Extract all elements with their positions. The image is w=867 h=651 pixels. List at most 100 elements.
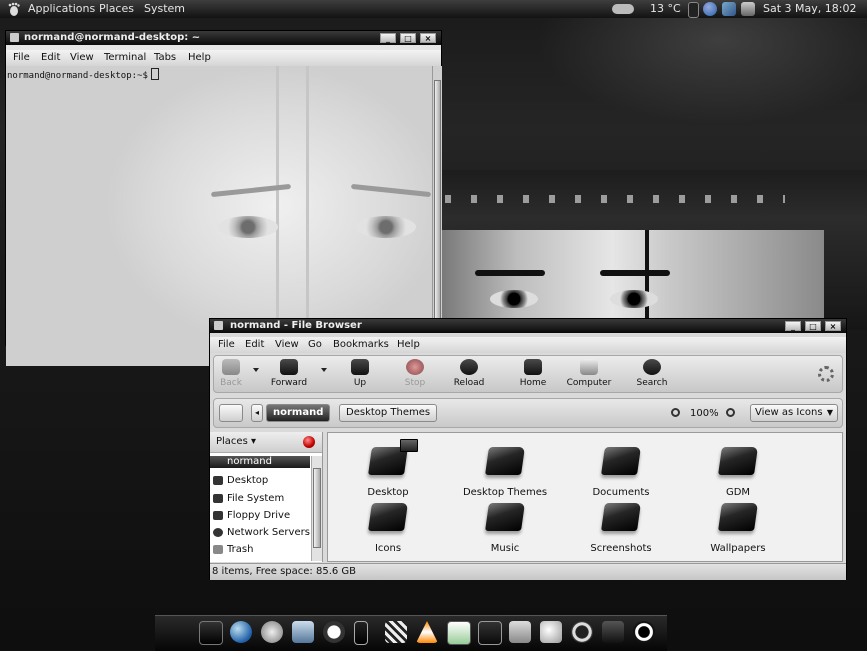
power-icon[interactable]: [633, 621, 655, 643]
folder-documents[interactable]: Documents: [571, 447, 671, 503]
folder-gdm[interactable]: GDM: [688, 447, 788, 503]
folder-label: Screenshots: [590, 543, 652, 554]
menu-tabs[interactable]: Tabs: [154, 52, 176, 64]
vlc-cone-icon[interactable]: [416, 621, 438, 643]
gimp-icon[interactable]: [540, 621, 562, 643]
monitor-icon[interactable]: [478, 621, 502, 645]
clock-icon[interactable]: [323, 621, 345, 643]
folder-icons[interactable]: Icons: [338, 503, 438, 559]
home-button[interactable]: Home: [504, 358, 562, 392]
reload-icon: [460, 359, 478, 375]
weather-cloud-icon[interactable]: [612, 4, 634, 14]
forward-history-dropdown[interactable]: [321, 368, 327, 372]
sidebar-item-floppy-drive[interactable]: Floppy Drive: [210, 507, 310, 524]
menu-go[interactable]: Go: [308, 339, 322, 351]
drive-icon[interactable]: [602, 621, 624, 643]
document-icon[interactable]: [292, 621, 314, 643]
folder-desktop-themes[interactable]: Desktop Themes: [455, 447, 555, 503]
back-history-dropdown[interactable]: [253, 368, 259, 372]
folder-screenshots[interactable]: Screenshots: [571, 503, 671, 559]
minimize-button[interactable]: _: [785, 321, 801, 331]
network-icon: [213, 528, 223, 537]
sidebar-item-normand[interactable]: normand: [210, 456, 310, 468]
zoom-in-icon[interactable]: [726, 408, 735, 417]
gear-icon[interactable]: [261, 621, 283, 643]
menu-help[interactable]: Help: [397, 339, 420, 351]
breadcrumb-home[interactable]: normand: [266, 404, 331, 422]
wallpaper-brow: [600, 270, 670, 276]
volume-icon[interactable]: [741, 2, 755, 16]
headphones-icon[interactable]: [571, 621, 593, 643]
folder-wallpapers[interactable]: Wallpapers: [688, 503, 788, 559]
floppy-icon: [213, 511, 223, 520]
menu-view[interactable]: View: [275, 339, 299, 351]
sidebar-item-trash[interactable]: Trash: [210, 541, 310, 558]
stop-button[interactable]: Stop: [386, 358, 444, 392]
update-icon[interactable]: [722, 2, 736, 16]
computer-label: Computer: [566, 378, 612, 388]
menu-system[interactable]: System: [144, 2, 185, 16]
menu-edit[interactable]: Edit: [245, 339, 264, 351]
terminal-prompt: normand@normand-desktop:~$: [7, 71, 148, 81]
wallpaper-hair: [645, 230, 649, 322]
folder-icon: [368, 503, 408, 531]
menu-applications[interactable]: Applications: [28, 2, 95, 16]
terminal-scroll-thumb[interactable]: [434, 80, 441, 330]
menu-terminal[interactable]: Terminal: [104, 52, 146, 64]
places-dropdown[interactable]: Places ▾: [216, 436, 256, 447]
menu-file[interactable]: File: [13, 52, 30, 64]
clock[interactable]: Sat 3 May, 18:02: [763, 2, 856, 16]
places-header[interactable]: Places ▾: [210, 432, 322, 453]
menu-places[interactable]: Places: [99, 2, 134, 16]
view-mode-select[interactable]: View as Icons ▼: [750, 404, 838, 422]
terminal-title: normand@normand-desktop: ~: [24, 32, 201, 43]
folder-label: Music: [490, 543, 520, 554]
menu-bookmarks[interactable]: Bookmarks: [333, 339, 389, 351]
globe-icon[interactable]: [230, 621, 252, 643]
forward-button[interactable]: Forward: [260, 358, 318, 392]
zoom-out-icon[interactable]: [671, 408, 680, 417]
menu-edit[interactable]: Edit: [41, 52, 60, 64]
terminal-titlebar[interactable]: normand@normand-desktop: ~ _ □ ×: [6, 31, 441, 45]
wallpaper-brow: [475, 270, 545, 276]
close-sidebar-icon[interactable]: [303, 436, 315, 448]
menu-view[interactable]: View: [70, 52, 94, 64]
close-button[interactable]: ×: [420, 33, 436, 43]
menu-help[interactable]: Help: [188, 52, 211, 64]
folder-icon: [485, 447, 525, 475]
phone-icon[interactable]: [354, 621, 368, 645]
minimize-button[interactable]: _: [380, 33, 396, 43]
trash-icon[interactable]: [509, 621, 531, 643]
clapper-icon[interactable]: [385, 621, 407, 643]
up-button[interactable]: Up: [331, 358, 389, 392]
bg-eye: [218, 216, 278, 238]
spreadsheet-icon[interactable]: [447, 621, 471, 645]
sidebar-item-file-system[interactable]: File System: [210, 490, 310, 507]
maximize-button[interactable]: □: [400, 33, 416, 43]
sidebar-item-desktop[interactable]: Desktop: [210, 472, 310, 489]
breadcrumb-current[interactable]: Desktop Themes: [339, 404, 438, 422]
file-browser-titlebar[interactable]: normand - File Browser _ □ ×: [210, 319, 846, 333]
breadcrumb-left-arrow[interactable]: ◂: [251, 404, 263, 422]
stop-label: Stop: [404, 378, 426, 388]
close-button[interactable]: ×: [825, 321, 841, 331]
toggle-location-button[interactable]: [219, 404, 243, 422]
sidebar-item-network-servers[interactable]: Network Servers: [210, 524, 310, 541]
folder-desktop[interactable]: Desktop: [338, 439, 438, 503]
computer-button[interactable]: Computer: [560, 358, 618, 392]
menu-file[interactable]: File: [218, 339, 235, 351]
reload-button[interactable]: Reload: [440, 358, 498, 392]
sidebar-scroll-thumb[interactable]: [313, 468, 321, 548]
gnome-foot-icon[interactable]: [8, 2, 20, 16]
back-button[interactable]: Back: [214, 358, 248, 392]
terminal-scrollbar[interactable]: [432, 66, 442, 345]
phone-icon[interactable]: [688, 2, 699, 18]
search-button[interactable]: Search: [623, 358, 681, 392]
terminal-icon[interactable]: [199, 621, 223, 645]
weather-temperature[interactable]: 13 °C: [650, 2, 681, 16]
sidebar-scrollbar[interactable]: [311, 456, 322, 561]
folder-icon-view: Desktop Desktop Themes Documents GDM Ico…: [327, 432, 843, 562]
network-globe-icon[interactable]: [703, 2, 717, 16]
folder-music[interactable]: Music: [455, 503, 555, 559]
maximize-button[interactable]: □: [805, 321, 821, 331]
